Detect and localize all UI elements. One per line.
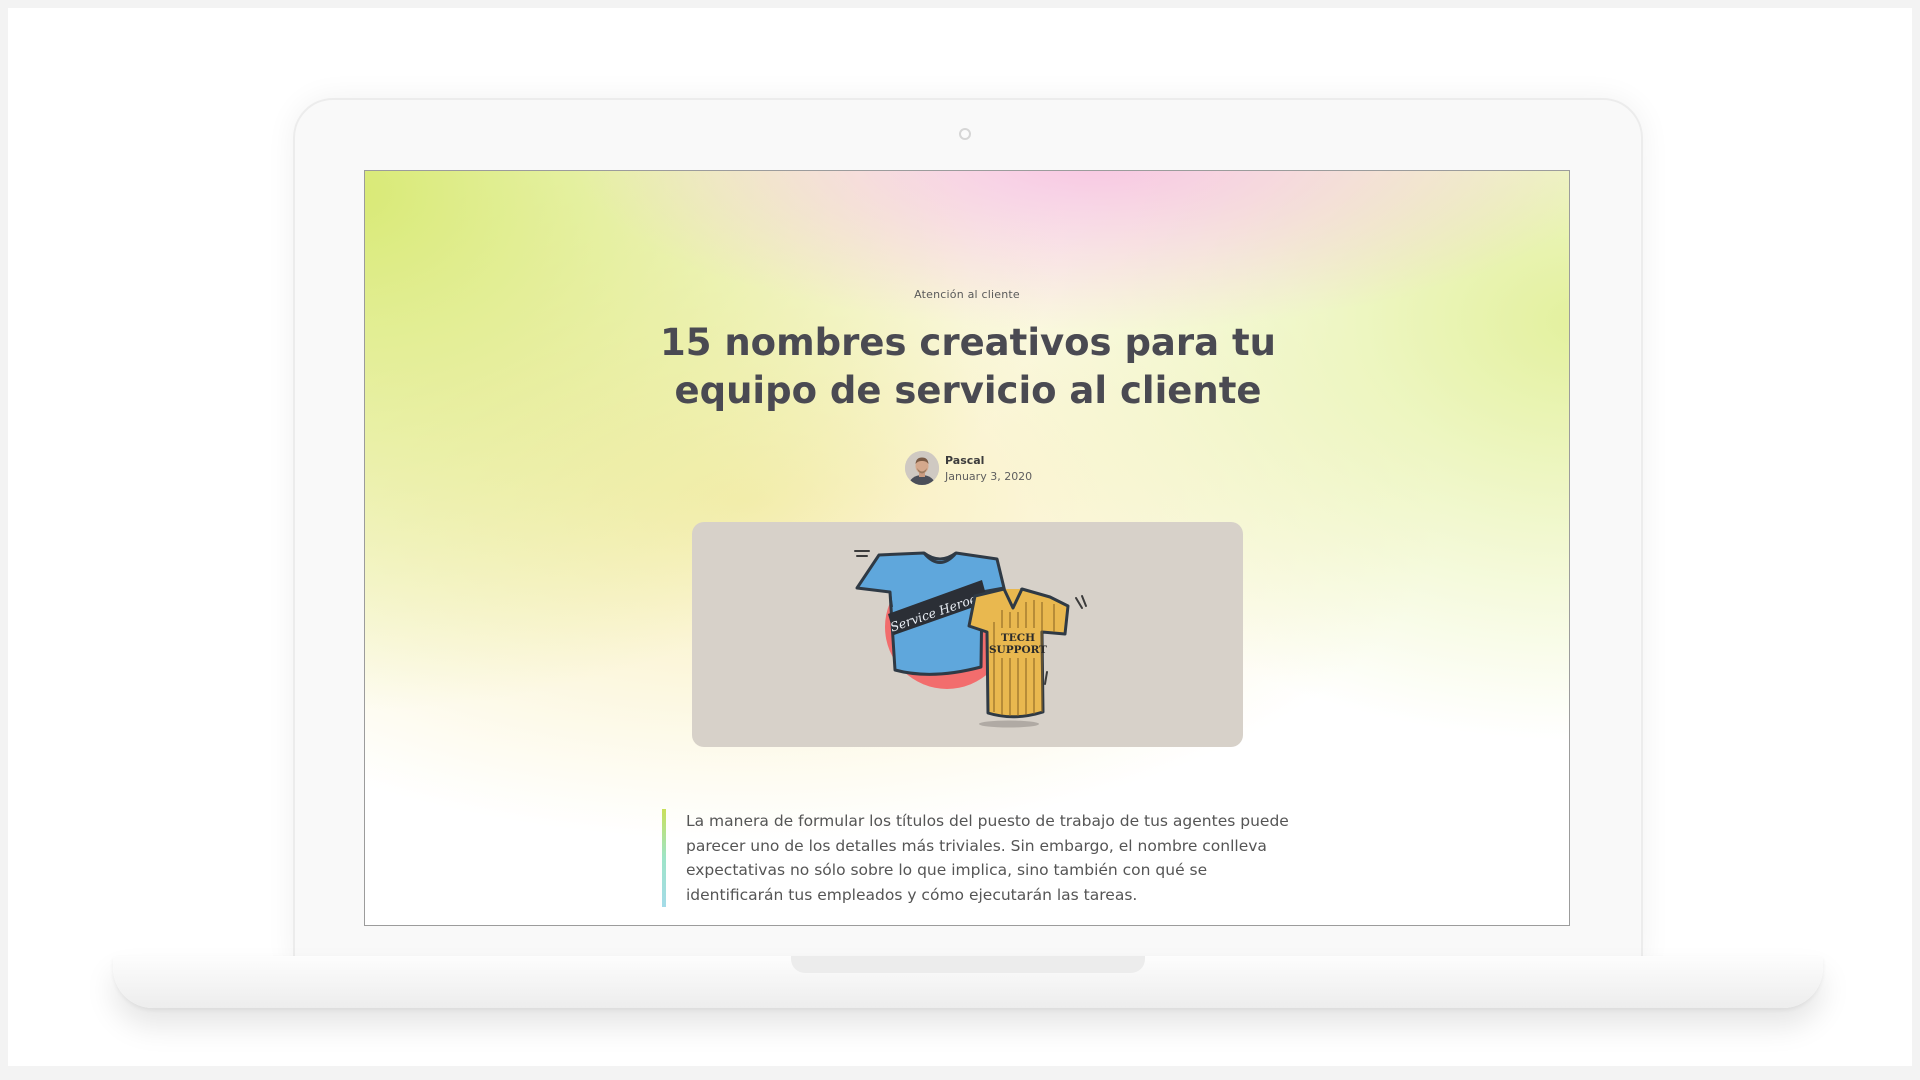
webcam-icon bbox=[959, 128, 971, 140]
jersey-text-right-1: TECH bbox=[1001, 632, 1035, 644]
jerseys-illustration: Service Heroes TECH SUPPORT bbox=[854, 550, 1087, 728]
author-avatar[interactable] bbox=[905, 451, 939, 485]
article-intro-quote: La manera de formular los títulos del pu… bbox=[662, 809, 1296, 907]
hero-image: Service Heroes TECH SUPPORT bbox=[692, 522, 1243, 747]
presentation-canvas: Atención al cliente 15 nombres creativos… bbox=[8, 8, 1912, 1066]
intro-text: La manera de formular los títulos del pu… bbox=[686, 812, 1289, 904]
person-icon bbox=[905, 451, 939, 485]
article-title: 15 nombres creativos para tu equipo de s… bbox=[659, 321, 1277, 412]
laptop-notch bbox=[791, 956, 1145, 973]
article-category-link[interactable]: Atención al cliente bbox=[365, 288, 1569, 301]
laptop-screen: Atención al cliente 15 nombres creativos… bbox=[364, 170, 1570, 926]
jersey-text-right-2: SUPPORT bbox=[989, 644, 1047, 656]
publish-date: January 3, 2020 bbox=[945, 470, 1033, 483]
author-name[interactable]: Pascal bbox=[945, 454, 984, 467]
quote-accent-bar bbox=[662, 809, 666, 907]
